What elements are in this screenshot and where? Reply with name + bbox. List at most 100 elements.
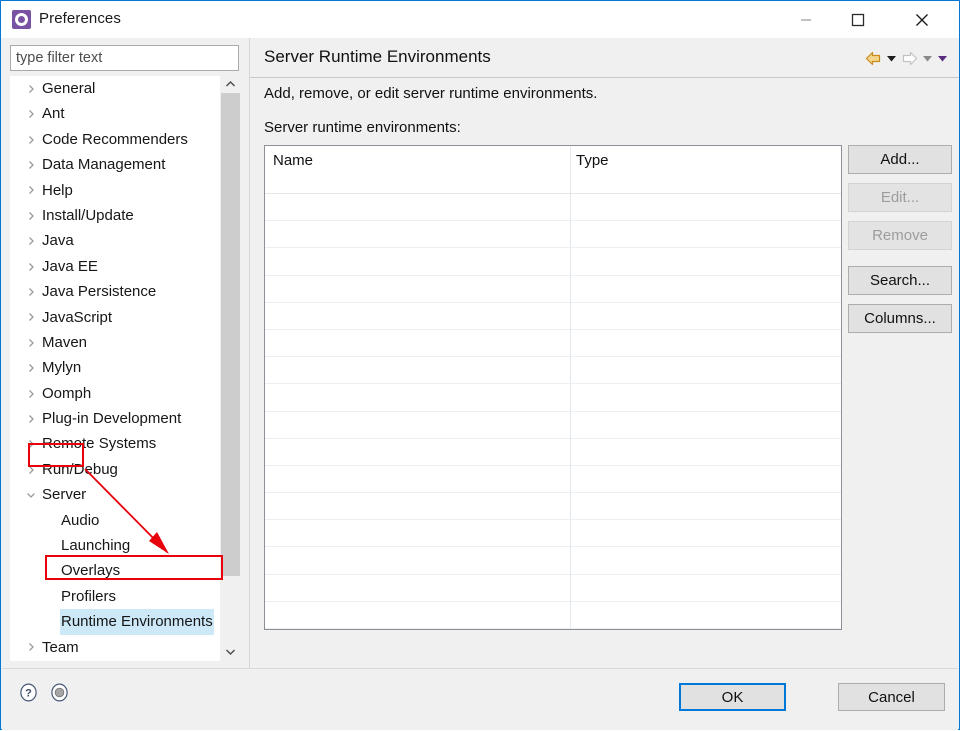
ok-button[interactable]: OK	[679, 683, 786, 711]
table-row[interactable]	[265, 384, 841, 412]
table-row[interactable]	[265, 547, 841, 575]
cell-divider	[570, 384, 571, 411]
help-icon[interactable]: ?	[19, 683, 38, 706]
chevron-right-icon[interactable]	[24, 76, 38, 101]
chevron-right-icon[interactable]	[24, 457, 38, 482]
sidebar-item-install-update[interactable]: Install/Update	[10, 203, 224, 228]
back-dropdown-icon[interactable]	[884, 49, 899, 67]
table-row[interactable]	[265, 302, 841, 330]
sidebar-item-overlays[interactable]: Overlays	[10, 558, 224, 583]
sidebar-item-label: Terminal	[41, 660, 100, 661]
table-body	[265, 194, 841, 630]
sidebar-item-code-recommenders[interactable]: Code Recommenders	[10, 127, 224, 152]
sidebar-item-mylyn[interactable]: Mylyn	[10, 355, 224, 380]
cell-divider	[570, 411, 571, 438]
chevron-down-icon[interactable]	[24, 482, 38, 507]
sidebar-item-remote-systems[interactable]: Remote Systems	[10, 431, 224, 456]
sidebar-item-java-ee[interactable]: Java EE	[10, 254, 224, 279]
table-row[interactable]	[265, 248, 841, 276]
chevron-right-icon[interactable]	[24, 381, 38, 406]
window-title: Preferences	[39, 10, 121, 27]
tree-item-list: General Ant Code Recommenders Data Manageme…	[10, 76, 224, 661]
chevron-right-icon[interactable]	[24, 203, 38, 228]
chevron-right-icon[interactable]	[24, 406, 38, 431]
back-arrow-icon[interactable]	[863, 49, 884, 67]
chevron-right-icon[interactable]	[24, 152, 38, 177]
tree-scrollbar[interactable]	[220, 76, 240, 661]
close-icon[interactable]	[899, 1, 945, 38]
sidebar-item-label: Code Recommenders	[42, 130, 188, 148]
sidebar-item-launching[interactable]: Launching	[10, 533, 224, 558]
chevron-right-icon[interactable]	[24, 355, 38, 380]
table-row[interactable]	[265, 601, 841, 629]
table-row[interactable]	[265, 493, 841, 521]
chevron-right-icon[interactable]	[24, 305, 38, 330]
chevron-right-icon[interactable]	[24, 127, 38, 152]
navigation-toolbar	[863, 49, 950, 67]
runtime-environments-table[interactable]: Name Type	[264, 145, 842, 630]
table-row[interactable]	[265, 194, 841, 222]
table-row[interactable]	[265, 629, 841, 630]
sidebar-item-maven[interactable]: Maven	[10, 330, 224, 355]
search-input[interactable]	[10, 45, 239, 71]
columns-button[interactable]: Columns...	[848, 304, 952, 333]
sidebar-item-oomph[interactable]: Oomph	[10, 381, 224, 406]
chevron-right-icon[interactable]	[24, 254, 38, 279]
minimize-icon[interactable]	[783, 1, 829, 38]
table-row[interactable]	[265, 329, 841, 358]
apply-and-close-icon[interactable]	[50, 683, 69, 706]
sidebar-item-plug-in-development[interactable]: Plug-in Development	[10, 406, 224, 431]
history-dropdown-icon[interactable]	[935, 49, 950, 67]
forward-arrow-icon	[899, 49, 920, 67]
table-row[interactable]	[265, 465, 841, 494]
chevron-right-icon[interactable]	[24, 431, 38, 456]
chevron-right-icon[interactable]	[24, 178, 38, 203]
search-button[interactable]: Search...	[848, 266, 952, 295]
table-row[interactable]	[265, 275, 841, 303]
scroll-down-icon[interactable]	[221, 644, 240, 661]
cancel-button[interactable]: Cancel	[838, 683, 945, 711]
sidebar-item-java-persistence[interactable]: Java Persistence	[10, 279, 224, 304]
page-title: Server Runtime Environments	[264, 47, 491, 66]
chevron-right-icon[interactable]	[24, 101, 38, 126]
sidebar-item-label: Launching	[61, 537, 131, 555]
maximize-icon[interactable]	[835, 1, 881, 38]
sidebar-item-profilers[interactable]: Profilers	[10, 584, 224, 609]
cell-divider	[570, 194, 571, 221]
scroll-up-icon[interactable]	[221, 76, 240, 93]
sidebar-item-run-debug[interactable]: Run/Debug	[10, 457, 224, 482]
table-row[interactable]	[265, 357, 841, 385]
sidebar-item-data-management[interactable]: Data Management	[10, 152, 224, 177]
sidebar-item-terminal[interactable]: Terminal	[10, 660, 224, 661]
chevron-right-icon[interactable]	[24, 279, 38, 304]
scrollbar-thumb[interactable]	[221, 93, 240, 576]
table-row[interactable]	[265, 520, 841, 548]
cell-divider	[570, 493, 571, 520]
chevron-right-icon[interactable]	[24, 228, 38, 253]
table-row[interactable]	[265, 411, 841, 439]
chevron-right-icon[interactable]	[24, 660, 38, 661]
column-header-type[interactable]: Type	[576, 152, 609, 169]
sidebar-item-label: Help	[42, 181, 73, 199]
sidebar-item-help[interactable]: Help	[10, 178, 224, 203]
table-row[interactable]	[265, 221, 841, 249]
chevron-right-icon[interactable]	[24, 635, 38, 660]
sidebar-item-team[interactable]: Team	[10, 635, 224, 660]
sidebar-item-javascript[interactable]: JavaScript	[10, 305, 224, 330]
sidebar-item-general[interactable]: General	[10, 76, 224, 101]
table-row[interactable]	[265, 438, 841, 466]
sidebar-item-audio[interactable]: Audio	[10, 508, 224, 533]
sidebar-item-ant[interactable]: Ant	[10, 101, 224, 126]
chevron-right-icon[interactable]	[24, 330, 38, 355]
preference-tree[interactable]: General Ant Code Recommenders Data Manageme…	[10, 76, 239, 661]
add-button[interactable]: Add...	[848, 145, 952, 174]
column-header-name[interactable]: Name	[273, 152, 313, 169]
column-divider[interactable]	[570, 146, 571, 193]
sidebar-item-label: Oomph	[42, 384, 92, 402]
table-row[interactable]	[265, 574, 841, 602]
sidebar-item-java[interactable]: Java	[10, 228, 224, 253]
sidebar-item-label: Mylyn	[42, 359, 82, 377]
edit-button: Edit...	[848, 183, 952, 212]
sidebar-item-server[interactable]: Server	[10, 482, 224, 507]
sidebar-item-runtime-environments[interactable]: Runtime Environments	[10, 609, 224, 635]
